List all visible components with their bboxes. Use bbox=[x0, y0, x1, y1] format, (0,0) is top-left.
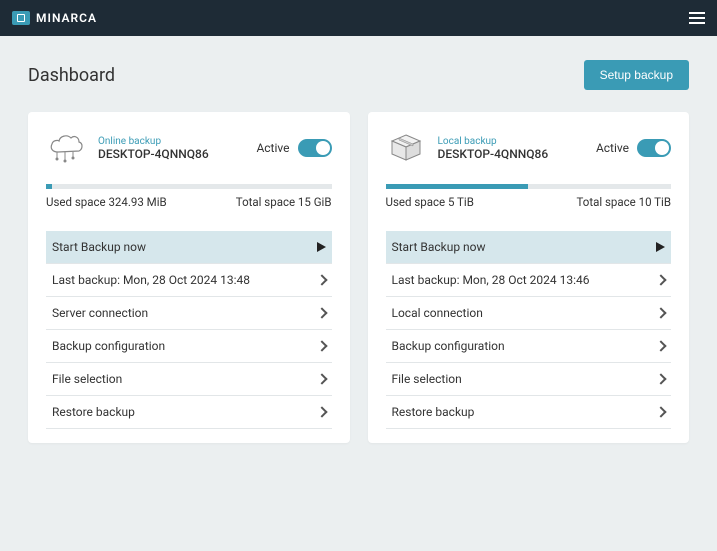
status-group: Active bbox=[596, 139, 671, 157]
brand: MINARCA bbox=[12, 11, 97, 25]
status-label: Active bbox=[596, 141, 629, 155]
chevron-right-icon bbox=[655, 274, 666, 285]
used-space-label: Used space 324.93 MiB bbox=[46, 195, 167, 209]
space-progress-fill bbox=[46, 184, 52, 189]
total-space-label: Total space 10 TiB bbox=[576, 195, 671, 209]
row-label: File selection bbox=[392, 372, 462, 386]
restore-backup-row[interactable]: Restore backup bbox=[46, 396, 332, 429]
title-group: Local backup DESKTOP-4QNNQ86 bbox=[438, 136, 549, 161]
backup-card-online: Online backup DESKTOP-4QNNQ86 Active Use… bbox=[28, 112, 350, 443]
backup-type-label: Local backup bbox=[438, 136, 549, 147]
row-label: Local connection bbox=[392, 306, 483, 320]
row-label: Restore backup bbox=[392, 405, 475, 419]
row-label: Server connection bbox=[52, 306, 148, 320]
card-head: Online backup DESKTOP-4QNNQ86 Active bbox=[46, 130, 332, 166]
chevron-right-icon bbox=[316, 340, 327, 351]
chevron-right-icon bbox=[655, 340, 666, 351]
device-name: DESKTOP-4QNNQ86 bbox=[98, 147, 209, 161]
file-selection-row[interactable]: File selection bbox=[386, 363, 672, 396]
menu-icon[interactable] bbox=[689, 12, 705, 24]
chevron-right-icon bbox=[316, 406, 327, 417]
chevron-right-icon bbox=[316, 307, 327, 318]
active-toggle[interactable] bbox=[637, 139, 671, 157]
server-connection-row[interactable]: Server connection bbox=[46, 297, 332, 330]
cards-grid: Online backup DESKTOP-4QNNQ86 Active Use… bbox=[28, 112, 689, 443]
space-progress bbox=[386, 184, 672, 189]
action-list: Start Backup now Last backup: Mon, 28 Oc… bbox=[46, 231, 332, 429]
space-progress-fill bbox=[386, 184, 529, 189]
setup-backup-button[interactable]: Setup backup bbox=[584, 60, 689, 90]
used-space-label: Used space 5 TiB bbox=[386, 195, 474, 209]
row-label: Start Backup now bbox=[392, 240, 486, 254]
backup-card-local: Local backup DESKTOP-4QNNQ86 Active Used… bbox=[368, 112, 690, 443]
chevron-right-icon bbox=[316, 274, 327, 285]
topbar: MINARCA bbox=[0, 0, 717, 36]
row-label: Last backup: Mon, 28 Oct 2024 13:46 bbox=[392, 273, 590, 287]
page-header: Dashboard Setup backup bbox=[28, 60, 689, 90]
box-icon bbox=[386, 130, 426, 166]
start-backup-row[interactable]: Start Backup now bbox=[386, 231, 672, 264]
play-icon bbox=[656, 242, 665, 252]
title-group: Online backup DESKTOP-4QNNQ86 bbox=[98, 136, 209, 161]
backup-config-row[interactable]: Backup configuration bbox=[386, 330, 672, 363]
space-progress bbox=[46, 184, 332, 189]
row-label: Last backup: Mon, 28 Oct 2024 13:48 bbox=[52, 273, 250, 287]
page-container: Dashboard Setup backup bbox=[0, 36, 717, 467]
status-label: Active bbox=[256, 141, 289, 155]
play-icon bbox=[317, 242, 326, 252]
brand-logo-icon bbox=[12, 11, 30, 25]
chevron-right-icon bbox=[655, 406, 666, 417]
brand-text: MINARCA bbox=[36, 11, 97, 25]
cloud-icon bbox=[46, 130, 86, 166]
last-backup-row[interactable]: Last backup: Mon, 28 Oct 2024 13:46 bbox=[386, 264, 672, 297]
chevron-right-icon bbox=[316, 373, 327, 384]
backup-config-row[interactable]: Backup configuration bbox=[46, 330, 332, 363]
row-label: Start Backup now bbox=[52, 240, 146, 254]
chevron-right-icon bbox=[655, 307, 666, 318]
file-selection-row[interactable]: File selection bbox=[46, 363, 332, 396]
start-backup-row[interactable]: Start Backup now bbox=[46, 231, 332, 264]
row-label: Restore backup bbox=[52, 405, 135, 419]
last-backup-row[interactable]: Last backup: Mon, 28 Oct 2024 13:48 bbox=[46, 264, 332, 297]
active-toggle[interactable] bbox=[298, 139, 332, 157]
row-label: Backup configuration bbox=[392, 339, 505, 353]
page-title: Dashboard bbox=[28, 65, 115, 86]
space-row: Used space 5 TiB Total space 10 TiB bbox=[386, 195, 672, 209]
chevron-right-icon bbox=[655, 373, 666, 384]
total-space-label: Total space 15 GiB bbox=[236, 195, 332, 209]
backup-type-label: Online backup bbox=[98, 136, 209, 147]
local-connection-row[interactable]: Local connection bbox=[386, 297, 672, 330]
card-head: Local backup DESKTOP-4QNNQ86 Active bbox=[386, 130, 672, 166]
row-label: Backup configuration bbox=[52, 339, 165, 353]
status-group: Active bbox=[256, 139, 331, 157]
restore-backup-row[interactable]: Restore backup bbox=[386, 396, 672, 429]
action-list: Start Backup now Last backup: Mon, 28 Oc… bbox=[386, 231, 672, 429]
row-label: File selection bbox=[52, 372, 122, 386]
device-name: DESKTOP-4QNNQ86 bbox=[438, 147, 549, 161]
space-row: Used space 324.93 MiB Total space 15 GiB bbox=[46, 195, 332, 209]
